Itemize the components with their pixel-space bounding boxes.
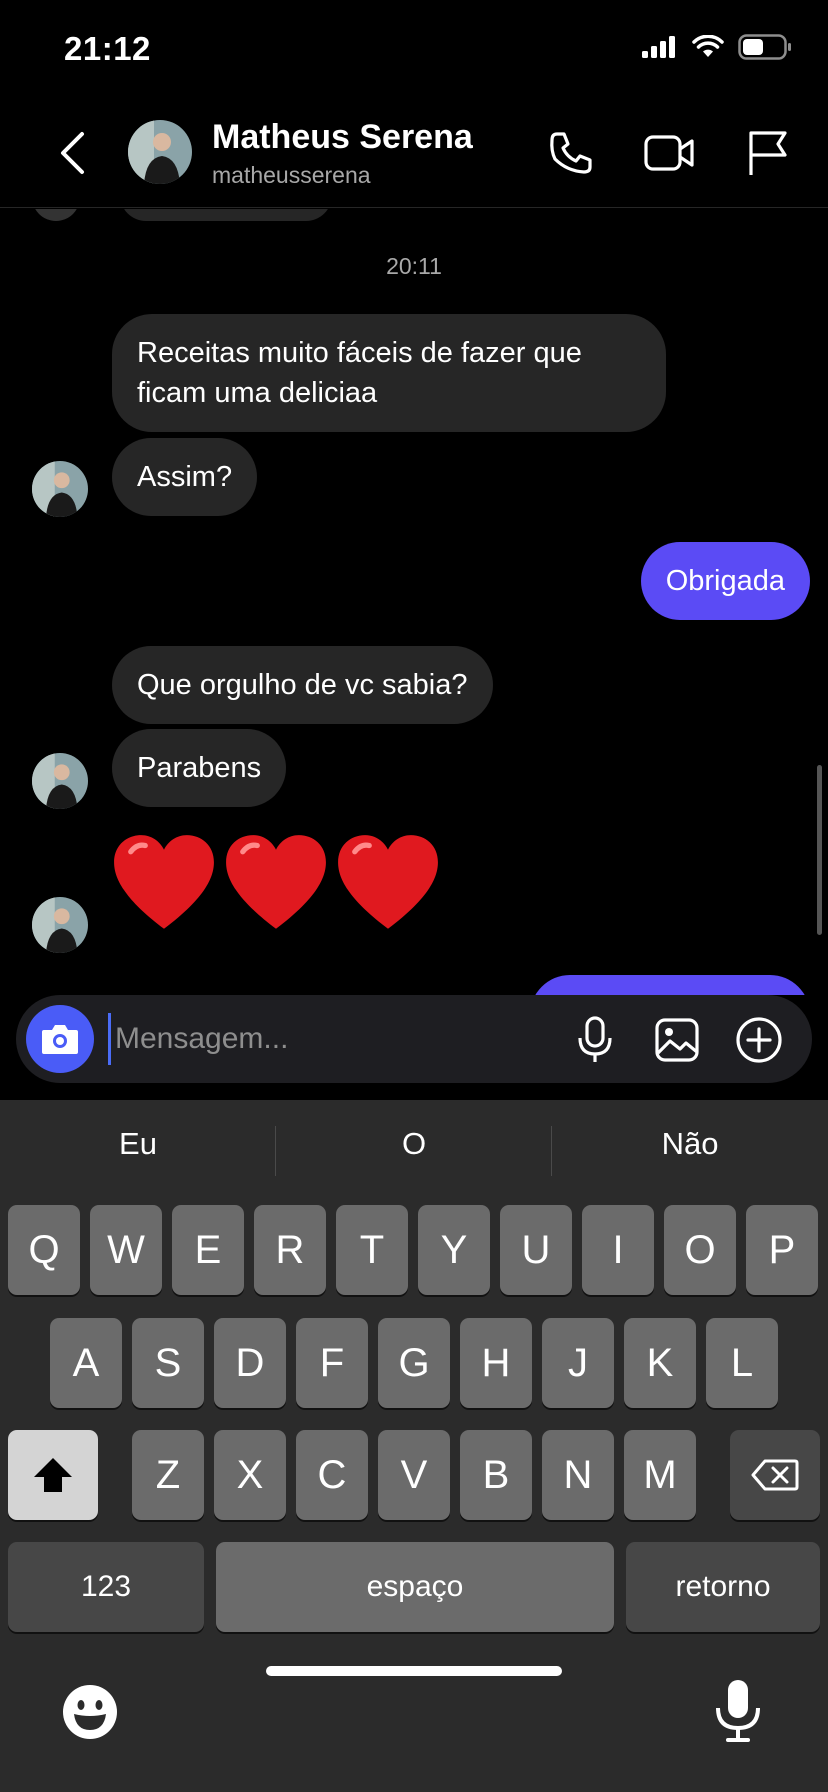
red-heart-icon	[338, 835, 438, 929]
contact-avatar[interactable]	[128, 120, 192, 184]
key-s[interactable]: S	[132, 1318, 204, 1408]
backspace-icon	[751, 1459, 799, 1491]
key-u[interactable]: U	[500, 1205, 572, 1295]
more-options-button[interactable]	[734, 1015, 784, 1065]
delete-key[interactable]	[730, 1430, 820, 1520]
key-r[interactable]: R	[254, 1205, 326, 1295]
key-l[interactable]: L	[706, 1318, 778, 1408]
key-b[interactable]: B	[460, 1430, 532, 1520]
key-e[interactable]: E	[172, 1205, 244, 1295]
plus-circle-icon	[736, 1017, 782, 1063]
suggestion-item[interactable]: Não	[552, 1126, 828, 1162]
contact-name[interactable]: Matheus Serena	[212, 118, 473, 157]
message-bubble[interactable]	[120, 209, 332, 221]
gallery-button[interactable]	[652, 1015, 702, 1065]
key-w[interactable]: W	[90, 1205, 162, 1295]
emoji-icon	[63, 1685, 117, 1739]
chat-header: Matheus Serena matheusserena	[0, 100, 828, 208]
avatar	[32, 209, 80, 221]
key-v[interactable]: V	[378, 1430, 450, 1520]
key-o[interactable]: O	[664, 1205, 736, 1295]
chevron-left-icon	[61, 132, 84, 174]
key-a[interactable]: A	[50, 1318, 122, 1408]
emoji-message[interactable]	[112, 833, 440, 933]
status-time: 21:12	[64, 30, 151, 67]
composer-actions	[570, 1015, 784, 1065]
message-bubble[interactable]: Que orgulho de vc sabia?	[112, 646, 493, 724]
camera-button[interactable]	[26, 1005, 94, 1073]
suggestion-item[interactable]: Eu	[0, 1126, 276, 1162]
home-indicator[interactable]	[266, 1666, 562, 1676]
key-y[interactable]: Y	[418, 1205, 490, 1295]
battery-icon	[738, 34, 791, 60]
key-q[interactable]: Q	[8, 1205, 80, 1295]
avatar[interactable]	[32, 753, 88, 809]
key-n[interactable]: N	[542, 1430, 614, 1520]
camera-icon	[42, 1025, 78, 1054]
key-t[interactable]: T	[336, 1205, 408, 1295]
message-composer	[16, 995, 812, 1083]
video-call-button[interactable]	[642, 126, 696, 180]
key-g[interactable]: G	[378, 1318, 450, 1408]
key-h[interactable]: H	[460, 1318, 532, 1408]
header-actions	[544, 126, 794, 180]
flag-icon	[749, 131, 787, 175]
numbers-key[interactable]: 123	[8, 1542, 204, 1632]
key-z[interactable]: Z	[132, 1430, 204, 1520]
message-bubble[interactable]: Assim?	[112, 438, 258, 516]
avatar[interactable]	[32, 897, 88, 953]
message-bubble[interactable]: Receitas muito fáceis de fazer que ficam…	[112, 314, 666, 432]
space-key[interactable]: espaço	[216, 1542, 614, 1632]
key-m[interactable]: M	[624, 1430, 696, 1520]
key-i[interactable]: I	[582, 1205, 654, 1295]
cellular-signal-icon	[642, 36, 675, 58]
key-p[interactable]: P	[746, 1205, 818, 1295]
wifi-icon	[692, 35, 724, 57]
key-d[interactable]: D	[214, 1318, 286, 1408]
scrollbar[interactable]	[817, 765, 822, 935]
message-list[interactable]: 20:11 Receitas muito fáceis de fazer que…	[0, 209, 828, 995]
message-bubble-sent[interactable]: Obrigada	[640, 542, 810, 620]
call-button[interactable]	[544, 126, 598, 180]
suggestion-bar: Eu O Não	[0, 1100, 828, 1202]
message-bubble-sent[interactable]	[530, 975, 810, 995]
suggestion-item[interactable]: O	[276, 1126, 552, 1162]
emoji-keyboard-button[interactable]	[62, 1684, 118, 1740]
dictation-button[interactable]	[714, 1678, 762, 1744]
gallery-icon	[655, 1018, 699, 1062]
message-input[interactable]	[108, 1013, 548, 1065]
return-key[interactable]: retorno	[626, 1542, 820, 1632]
phone-icon	[550, 132, 592, 174]
keyboard: Eu O Não Q W E R T Y U I O P A S D F G H…	[0, 1100, 828, 1792]
status-bar: 21:12	[0, 0, 828, 100]
back-button[interactable]	[52, 128, 92, 178]
microphone-icon	[716, 1680, 760, 1742]
key-f[interactable]: F	[296, 1318, 368, 1408]
key-k[interactable]: K	[624, 1318, 696, 1408]
avatar[interactable]	[32, 461, 88, 517]
voice-message-button[interactable]	[570, 1015, 620, 1065]
shift-arrow-icon	[34, 1458, 72, 1492]
message-bubble[interactable]: Parabens	[112, 729, 287, 807]
contact-username[interactable]: matheusserena	[212, 162, 371, 189]
microphone-icon	[578, 1016, 612, 1062]
key-x[interactable]: X	[214, 1430, 286, 1520]
status-icons	[642, 34, 792, 60]
shift-key[interactable]	[8, 1430, 98, 1520]
key-c[interactable]: C	[296, 1430, 368, 1520]
key-j[interactable]: J	[542, 1318, 614, 1408]
report-button[interactable]	[740, 126, 794, 180]
red-heart-icon	[114, 835, 214, 929]
message-timestamp: 20:11	[386, 253, 442, 279]
video-camera-icon	[644, 135, 694, 171]
red-heart-icon	[226, 835, 326, 929]
